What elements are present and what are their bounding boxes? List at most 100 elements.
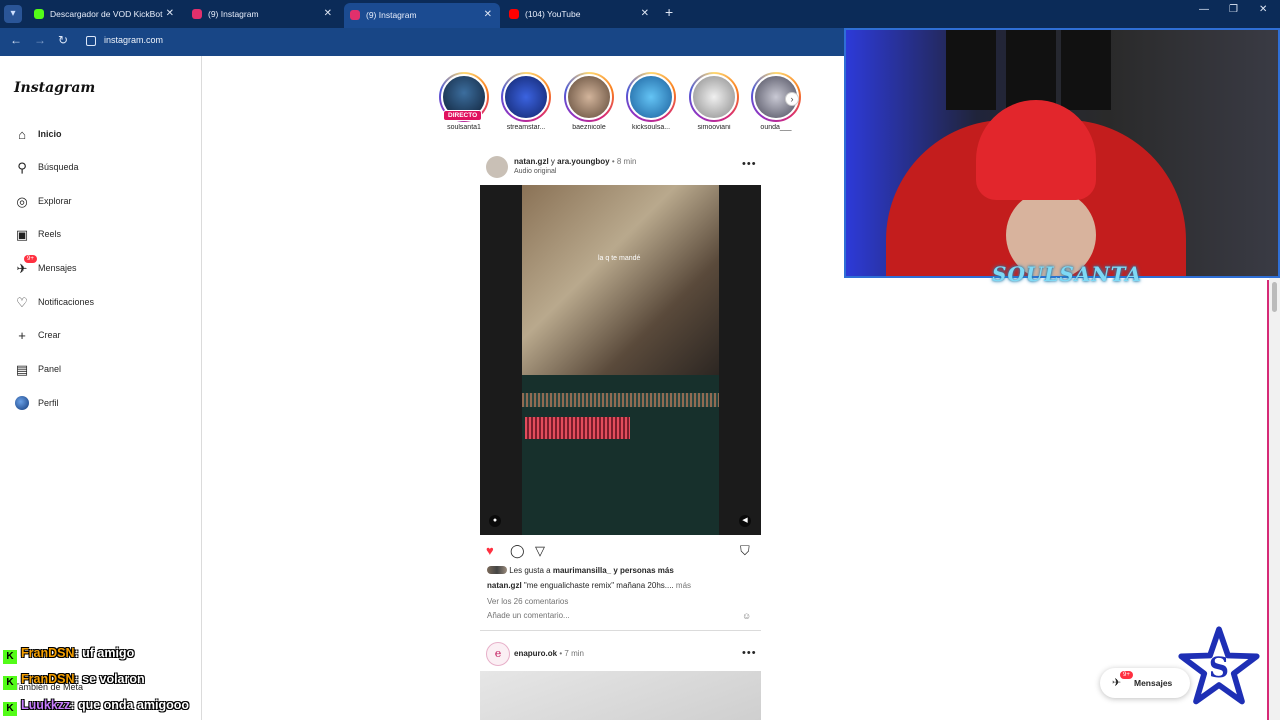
caption-author[interactable]: natan.gzl xyxy=(487,581,522,590)
like-heart-icon[interactable]: ♥ xyxy=(486,543,494,558)
browser-tab-instagram-active[interactable]: (9) Instagram ✕ xyxy=(344,3,500,28)
tab-title: (9) Instagram xyxy=(208,9,259,19)
story-item[interactable]: baeznicole xyxy=(562,72,616,131)
story-item[interactable]: streamstar... xyxy=(499,72,553,131)
post-time: 8 min xyxy=(616,157,637,166)
sidebar-item-reels[interactable]: ▣ Reels xyxy=(14,226,194,246)
more-options-icon[interactable]: ••• xyxy=(742,158,757,170)
forward-arrow-icon[interactable]: → xyxy=(34,33,46,47)
site-info-icon[interactable] xyxy=(86,36,96,46)
close-tab-icon[interactable]: ✕ xyxy=(324,2,332,26)
waveform-clip xyxy=(525,417,630,439)
chat-username: Luukkzz xyxy=(21,698,71,712)
story-avatar xyxy=(566,74,612,120)
post-video[interactable]: la q te mandé ● ◀ xyxy=(480,185,761,535)
likes-suffix[interactable]: y personas más xyxy=(613,566,673,575)
streamer-webcam-overlay xyxy=(844,28,1280,278)
chat-text: : uf amigo xyxy=(74,646,135,660)
url-field[interactable]: instagram.com xyxy=(104,35,163,45)
close-window-icon[interactable]: ✕ xyxy=(1259,4,1267,15)
close-tab-icon[interactable]: ✕ xyxy=(484,3,492,27)
search-icon: ⚲ xyxy=(17,160,27,175)
restore-icon[interactable]: ❐ xyxy=(1229,4,1238,15)
home-icon: ⌂ xyxy=(18,127,26,142)
save-bookmark-icon[interactable]: ⛉ xyxy=(740,543,750,559)
messenger-icon: ✈ xyxy=(16,261,28,276)
tagged-user-icon[interactable]: ● xyxy=(489,515,501,527)
new-tab-button[interactable]: + xyxy=(665,4,673,20)
story-avatar xyxy=(628,74,674,120)
reload-icon[interactable]: ↻ xyxy=(58,33,68,47)
scrollbar-thumb[interactable] xyxy=(1272,282,1277,312)
sidebar-item-panel[interactable]: ▤ Panel xyxy=(14,361,194,381)
profile-avatar-icon xyxy=(14,396,30,412)
share-icon[interactable]: ▽ xyxy=(535,543,545,559)
browser-tab-kickbot[interactable]: Descargador de VOD KickBot ✕ xyxy=(28,2,182,26)
sidebar-item-label: Explorar xyxy=(38,196,72,206)
acoustic-panel xyxy=(946,30,996,110)
caption-text: "me engualichaste remix" mañana 20hs.... xyxy=(523,581,674,590)
kick-icon: K xyxy=(3,676,17,690)
post2-media[interactable] xyxy=(480,671,761,720)
chat-message: K FranDSN: se volaron xyxy=(3,672,145,690)
add-comment-input[interactable]: Añade un comentario... xyxy=(487,611,570,620)
instagram-icon xyxy=(350,10,360,20)
post2-header: enapuro.ok • 7 min xyxy=(514,649,584,658)
back-arrow-icon[interactable]: ← xyxy=(10,33,22,47)
sidebar-item-crear[interactable]: + Crear xyxy=(14,327,194,347)
story-username: baeznicole xyxy=(572,124,606,131)
messenger-icon: ✈ xyxy=(1112,677,1122,689)
sidebar-item-perfil[interactable]: Perfil xyxy=(14,395,194,415)
story-username: soulsanta1 xyxy=(447,124,481,131)
instagram-logo[interactable]: Instagram xyxy=(14,80,95,96)
tab-search-button[interactable]: ▾ xyxy=(4,5,22,23)
channel-star-logo: S xyxy=(1178,626,1260,705)
story-item[interactable]: kicksoulsa... xyxy=(624,72,678,131)
story-username: ounda___ xyxy=(760,124,792,131)
streamer-name-overlay: SOULSANTA xyxy=(992,262,1142,286)
sidebar-item-label: Inicio xyxy=(38,129,62,139)
liker-username[interactable]: maurimansilla_ xyxy=(553,566,611,575)
live-badge: DIRECTO xyxy=(443,110,483,121)
messages-floating-button[interactable]: ✈ 9+ Mensajes xyxy=(1100,668,1190,698)
view-comments-link[interactable]: Ver los 26 comentarios xyxy=(487,597,568,606)
sidebar-item-inicio[interactable]: ⌂ Inicio xyxy=(14,126,194,146)
comment-icon[interactable]: ◯ xyxy=(510,543,525,559)
sidebar-item-mensajes[interactable]: ✈ 9+ Mensajes xyxy=(14,255,194,280)
chat-message: K Luukkzz: que onda amigooo xyxy=(3,698,189,716)
post-audio-link[interactable]: Audio original xyxy=(514,168,556,175)
post2-author-avatar[interactable]: e xyxy=(486,642,510,666)
acoustic-panel xyxy=(1006,30,1056,110)
stream-border-accent xyxy=(1267,280,1269,720)
story-avatar xyxy=(503,74,549,120)
sidebar-item-busqueda[interactable]: ⚲ Búsqueda xyxy=(14,159,194,179)
emoji-icon[interactable]: ☺ xyxy=(742,611,751,621)
liker-avatars xyxy=(487,566,507,574)
post2-author-link[interactable]: enapuro.ok xyxy=(514,649,557,658)
sidebar-item-label: Crear xyxy=(38,330,61,340)
post-author-link[interactable]: natan.gzl xyxy=(514,157,549,166)
browser-tab-bar: ▾ Descargador de VOD KickBot ✕ (9) Insta… xyxy=(0,0,1280,28)
caption-more-link[interactable]: más xyxy=(676,581,691,590)
story-item[interactable]: DIRECTO soulsanta1 xyxy=(437,72,491,131)
minimize-icon[interactable]: — xyxy=(1199,4,1209,15)
post-caption: natan.gzl "me engualichaste remix" mañan… xyxy=(487,581,691,590)
kick-icon: K xyxy=(3,650,17,664)
stories-next-chevron-icon[interactable]: › xyxy=(785,92,799,106)
close-tab-icon[interactable]: ✕ xyxy=(166,2,174,26)
post-author-avatar[interactable] xyxy=(486,156,508,178)
sidebar-item-explorar[interactable]: ◎ Explorar xyxy=(14,193,194,213)
browser-tab-youtube[interactable]: (104) YouTube ✕ xyxy=(503,2,657,26)
volume-icon[interactable]: ◀ xyxy=(739,515,751,527)
sidebar-item-notificaciones[interactable]: ♡ Notificaciones xyxy=(14,294,194,314)
plus-icon: + xyxy=(18,328,26,343)
post-coauthor-link[interactable]: ara.youngboy xyxy=(557,157,609,166)
browser-tab-instagram-1[interactable]: (9) Instagram ✕ xyxy=(186,2,340,26)
more-options-icon[interactable]: ••• xyxy=(742,647,757,659)
sidebar-item-label: Mensajes xyxy=(38,263,77,273)
story-item[interactable]: simooviani xyxy=(687,72,741,131)
sidebar-item-label: Notificaciones xyxy=(38,297,95,307)
close-tab-icon[interactable]: ✕ xyxy=(641,2,649,26)
chart-icon: ▤ xyxy=(15,362,29,377)
instagram-icon xyxy=(192,9,202,19)
